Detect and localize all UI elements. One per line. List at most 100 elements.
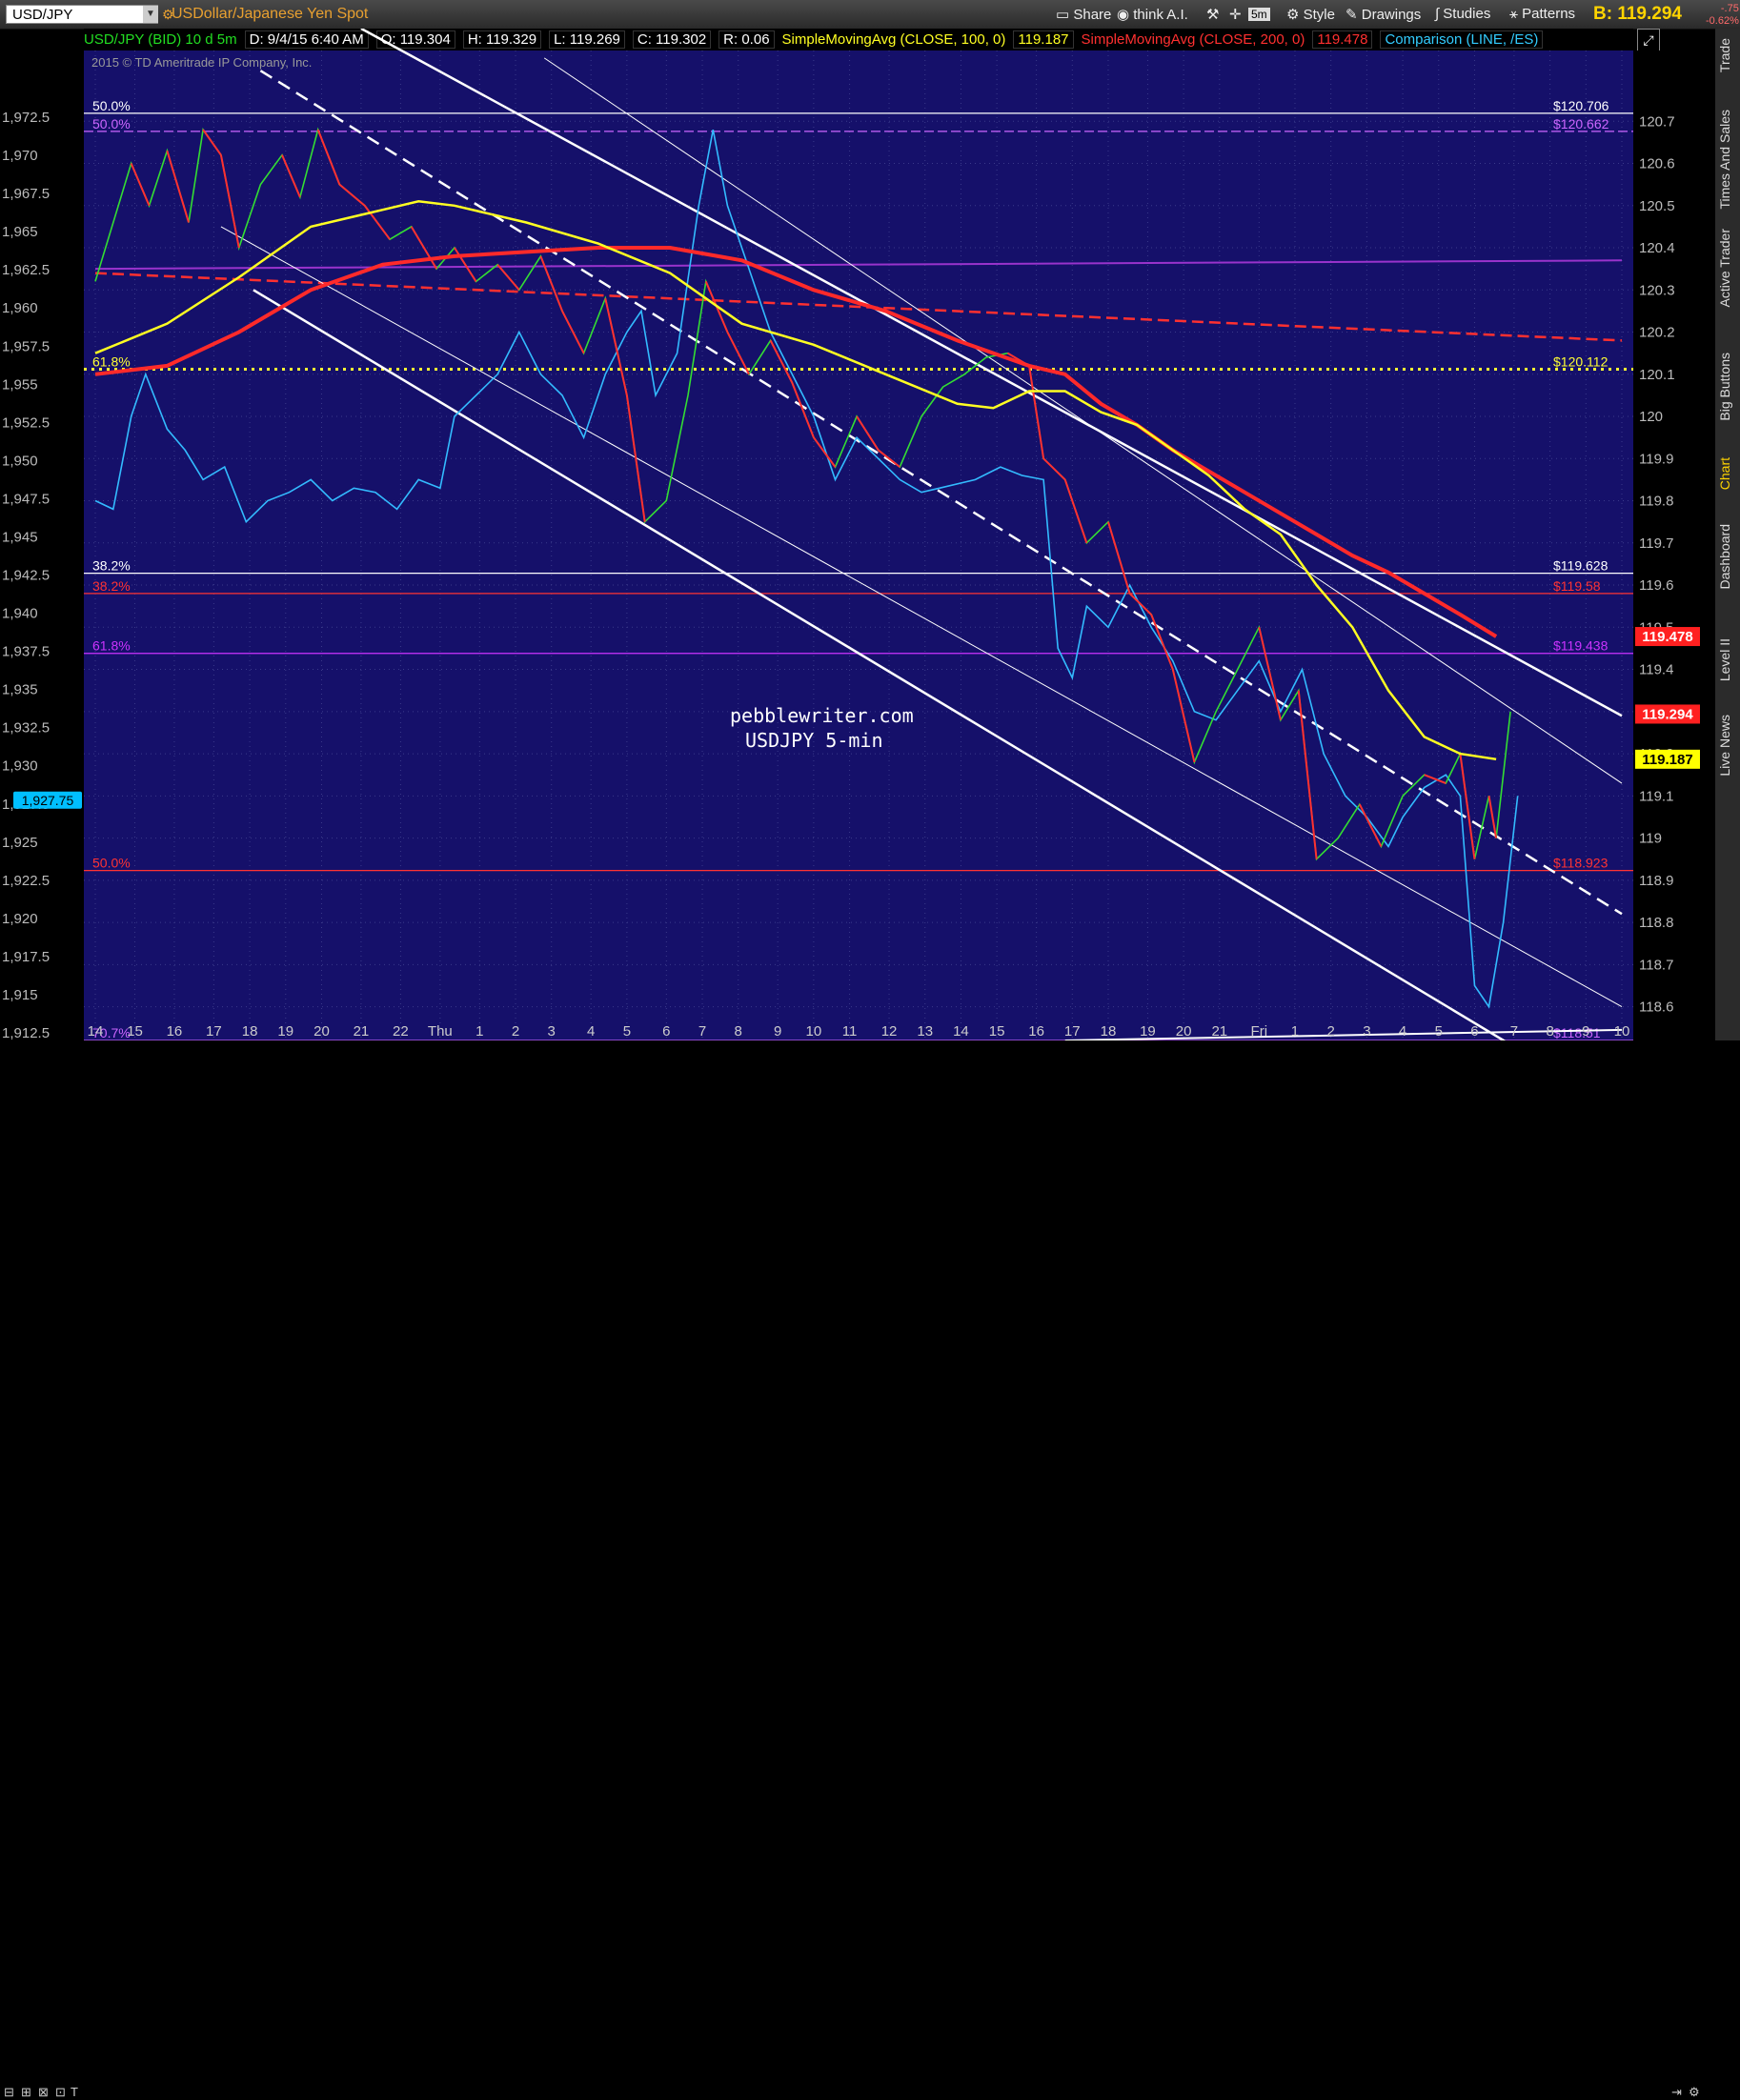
x-tick-label: 17: [206, 1023, 222, 1040]
x-tick-label: 2: [512, 1023, 519, 1040]
right-tick-label: 118.9: [1639, 873, 1673, 889]
right-tick-label: 119: [1639, 831, 1662, 847]
zoom-out-icon[interactable]: ⊟: [4, 2085, 14, 2100]
left-tick-label: 1,942.5: [2, 568, 50, 584]
x-tick-label: 18: [1101, 1023, 1117, 1040]
price-tag-text: 119.478: [1642, 629, 1692, 645]
right-tick-label: 120.1: [1639, 367, 1675, 383]
sidebar-tab-times-and-sales[interactable]: Times And Sales: [1717, 110, 1738, 210]
change-value: -.75: [1720, 3, 1739, 14]
x-tick-label: 6: [662, 1023, 670, 1040]
bid-price: B: 119.294: [1593, 4, 1682, 25]
x-tick-label: 4: [1399, 1023, 1406, 1040]
patterns-button[interactable]: ⚹ Patterns: [1509, 6, 1575, 22]
left-tick-label: 1,947.5: [2, 491, 50, 507]
sidebar-tab-trade[interactable]: Trade: [1717, 38, 1738, 72]
right-tick-label: 119.7: [1639, 535, 1673, 552]
left-tick-label: 1,950: [2, 453, 38, 469]
left-tick-label: 1,917.5: [2, 949, 50, 965]
right-tick-label: 120.7: [1639, 113, 1675, 130]
studies-button[interactable]: ∫ Studies: [1435, 6, 1490, 22]
fib-price: $119.58: [1553, 578, 1601, 594]
x-tick-label: 16: [167, 1023, 183, 1040]
share-label: Share: [1073, 7, 1112, 23]
x-tick-label: 14: [88, 1023, 104, 1040]
left-tick-label: 1,930: [2, 758, 38, 775]
x-tick-label: 1: [475, 1023, 483, 1040]
right-tick-label: 120.5: [1639, 198, 1675, 214]
fib-label: 38.2%: [92, 558, 131, 574]
x-tick-label: 22: [393, 1023, 409, 1040]
left-tick-label: 1,920: [2, 911, 38, 927]
share-button[interactable]: ▭ Share: [1056, 6, 1111, 23]
sidebar-tab-dashboard[interactable]: Dashboard: [1717, 524, 1738, 590]
left-tick-label: 1,960: [2, 300, 38, 316]
sidebar-tab-live-news[interactable]: Live News: [1717, 715, 1738, 777]
right-tick-label: 119.9: [1639, 451, 1673, 467]
zoom-fit-icon[interactable]: ⊠: [38, 2085, 49, 2100]
x-tick-label: Thu: [428, 1023, 453, 1040]
timeframe-button[interactable]: 5m: [1248, 8, 1270, 21]
drawings-button[interactable]: ✎ Drawings: [1345, 6, 1421, 23]
left-tick-label: 1,970: [2, 148, 38, 164]
left-tick-label: 1,957.5: [2, 338, 50, 354]
left-tick-label: 1,940: [2, 606, 38, 622]
scroll-end-icon[interactable]: ⇥: [1671, 2085, 1682, 2100]
tools-icon[interactable]: ⚒: [1206, 6, 1219, 23]
sidebar-tab-active-trader[interactable]: Active Trader: [1717, 229, 1738, 307]
settings-gear-icon[interactable]: ⚙: [1689, 2085, 1700, 2100]
x-tick-label: 15: [127, 1023, 143, 1040]
x-tick-label: 20: [314, 1023, 330, 1040]
x-tick-label: 5: [1435, 1023, 1443, 1040]
left-tick-label: 1,962.5: [2, 262, 50, 278]
left-tick-label: 1,945: [2, 529, 38, 545]
symbol-input[interactable]: USD/JPY: [6, 5, 158, 24]
x-tick-label: 21: [354, 1023, 370, 1040]
right-tick-label: 119.6: [1639, 577, 1673, 594]
left-tick-label: 1,932.5: [2, 720, 50, 737]
left-tick-label: 1,965: [2, 224, 38, 240]
fib-price: $119.628: [1553, 558, 1608, 574]
x-tick-label: 9: [1582, 1023, 1589, 1040]
fib-price: $119.438: [1553, 638, 1608, 654]
x-tick-label: 2: [1327, 1023, 1335, 1040]
fib-price: $118.923: [1553, 856, 1608, 871]
right-sidebar: Trade Times And Sales Active Trader Big But…: [1715, 29, 1740, 1040]
right-tick-label: 119.1: [1639, 788, 1673, 804]
x-tick-label: 12: [881, 1023, 898, 1040]
right-tick-label: 120.3: [1639, 282, 1675, 298]
sidebar-tab-level-ii[interactable]: Level II: [1717, 638, 1738, 681]
zoom-in-icon[interactable]: ⊞: [21, 2085, 31, 2100]
zoom-reset-icon[interactable]: ⊡: [55, 2085, 66, 2100]
x-tick-label: 15: [989, 1023, 1005, 1040]
x-tick-label: 14: [953, 1023, 969, 1040]
text-tool-icon[interactable]: T: [71, 2085, 78, 2099]
x-tick-label: 6: [1470, 1023, 1478, 1040]
style-button[interactable]: ⚙ Style: [1286, 6, 1335, 23]
fib-label: 61.8%: [92, 353, 131, 369]
x-tick-label: 17: [1064, 1023, 1081, 1040]
share-icon: ▭: [1056, 7, 1074, 23]
think-ai-button[interactable]: ◉ think A.I.: [1117, 6, 1188, 23]
right-tick-label: 118.8: [1639, 915, 1673, 931]
x-tick-label: 21: [1211, 1023, 1227, 1040]
sidebar-tab-chart[interactable]: Chart: [1717, 457, 1738, 490]
think-ai-icon: ◉: [1117, 7, 1134, 23]
x-tick-label: 18: [242, 1023, 258, 1040]
top-toolbar: USD/JPY ▼ ⚙ USDollar/Japanese Yen Spot ▭…: [0, 0, 1740, 30]
sidebar-tab-big-buttons[interactable]: Big Buttons: [1717, 353, 1738, 421]
crosshair-icon[interactable]: ✛: [1229, 6, 1242, 23]
x-tick-label: 16: [1028, 1023, 1044, 1040]
left-tick-label: 1,937.5: [2, 644, 50, 660]
fib-price: $118.51: [1553, 1025, 1601, 1040]
x-tick-label: 20: [1176, 1023, 1192, 1040]
bottom-bar: ⊟ ⊞ ⊠ ⊡ T ⚙ ⇥: [0, 1040, 1715, 2099]
symbol-dropdown-chevron-icon[interactable]: ▼: [143, 6, 158, 23]
right-tick-label: 120.2: [1639, 325, 1675, 341]
drawings-label: Drawings: [1361, 7, 1422, 23]
fib-label: 61.8%: [92, 638, 131, 654]
x-tick-label: 7: [1510, 1023, 1518, 1040]
style-icon: ⚙: [1286, 7, 1304, 23]
fib-label: 50.0%: [92, 98, 131, 113]
price-chart[interactable]: 50.0% $120.706 50.0% $120.662 61.8% $120.112 3…: [0, 29, 1715, 1040]
